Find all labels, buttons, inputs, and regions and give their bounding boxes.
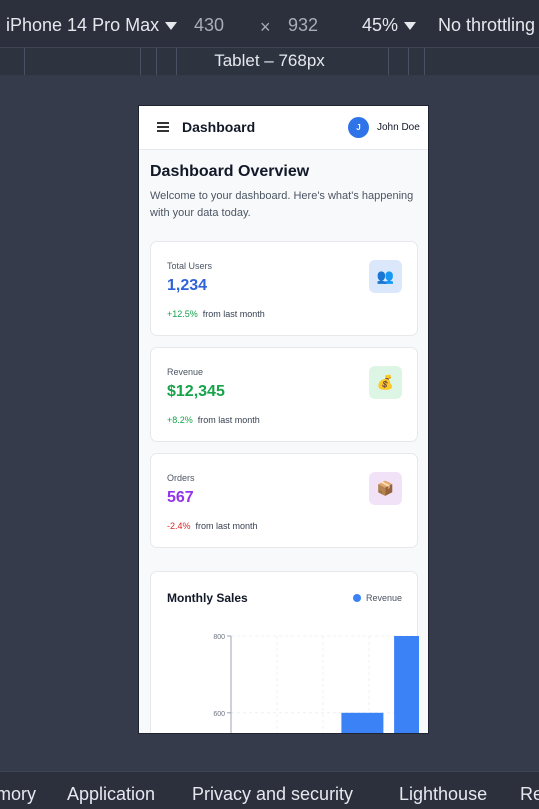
stat-change: +8.2% from last month [167, 415, 260, 425]
stat-card-users: Total Users 1,234 +12.5% from last month … [150, 241, 418, 336]
zoom-value: 45% [362, 15, 399, 35]
stat-value: 1,234 [167, 277, 208, 294]
stat-label: Total Users [167, 261, 213, 271]
stat-value: $12,345 [167, 383, 225, 400]
tab-privacy-security[interactable]: Privacy and security [192, 783, 353, 805]
stat-change-suffix: from last month [197, 415, 260, 425]
stat-change-percent: +12.5% [167, 309, 198, 319]
user-name[interactable]: John Doe [377, 122, 420, 133]
zoom-select[interactable]: 45% [362, 14, 417, 36]
media-query-bar: Tablet – 768px [0, 47, 539, 75]
hamburger-menu-icon[interactable] [157, 122, 169, 132]
devtools-device-toolbar: iPhone 14 Pro Max 430 × 932 45% No throt… [0, 0, 539, 47]
chart-bar [394, 636, 419, 733]
viewport-width-input[interactable]: 430 [194, 14, 224, 36]
y-tick-label: 600 [213, 711, 225, 718]
package-icon: 📦 [369, 472, 402, 505]
stat-card-orders: Orders 567 -2.4% from last month 📦 [150, 453, 418, 548]
throttling-select[interactable]: No throttling [438, 14, 535, 36]
tab-lighthouse[interactable]: Lighthouse [399, 783, 487, 805]
stat-change-suffix: from last month [202, 309, 265, 319]
monthly-sales-card: 400600800 Monthly Sales Revenue [150, 571, 419, 733]
chevron-down-icon [404, 22, 417, 31]
app-header: Dashboard J John Doe [139, 106, 428, 150]
users-icon: 👥 [369, 260, 402, 293]
stat-change: +12.5% from last month [167, 309, 265, 319]
legend-label: Revenue [366, 593, 403, 603]
stat-change: -2.4% from last month [167, 521, 258, 531]
chevron-down-icon [165, 22, 178, 31]
chart-legend[interactable]: Revenue [353, 593, 402, 603]
avatar[interactable]: J [348, 117, 369, 138]
stat-label: Revenue [167, 367, 204, 377]
stat-change-percent: -2.4% [167, 521, 191, 531]
tab-recorder[interactable]: Re [520, 783, 539, 805]
chart-title: Monthly Sales [167, 591, 248, 605]
tab-application[interactable]: Application [67, 783, 155, 805]
chart-bar [341, 712, 384, 733]
page-subtitle: Welcome to your dashboard. Here's what's… [150, 190, 414, 219]
legend-swatch [353, 594, 361, 602]
stat-card-revenue: Revenue $12,345 +8.2% from last month 💰 [150, 347, 418, 442]
device-name: iPhone 14 Pro Max [6, 15, 160, 35]
dimension-separator: × [260, 17, 271, 37]
stat-change-suffix: from last month [195, 521, 258, 531]
stat-value: 567 [167, 489, 194, 506]
breakpoint-label[interactable]: Tablet – 768px [0, 51, 539, 71]
header-title: Dashboard [182, 119, 256, 135]
page-title: Dashboard Overview [150, 163, 310, 180]
device-select[interactable]: iPhone 14 Pro Max [6, 14, 178, 36]
device-viewport: Dashboard J John Doe Dashboard Overview … [138, 105, 429, 734]
y-tick-label: 800 [213, 634, 225, 641]
stat-label: Orders [167, 473, 195, 483]
viewport-height-input[interactable]: 932 [288, 14, 318, 36]
devtools-panel-tabs: mory Application Privacy and security Li… [0, 771, 539, 809]
money-bag-icon: 💰 [369, 366, 402, 399]
stat-change-percent: +8.2% [167, 415, 193, 425]
tab-memory[interactable]: mory [0, 783, 36, 805]
